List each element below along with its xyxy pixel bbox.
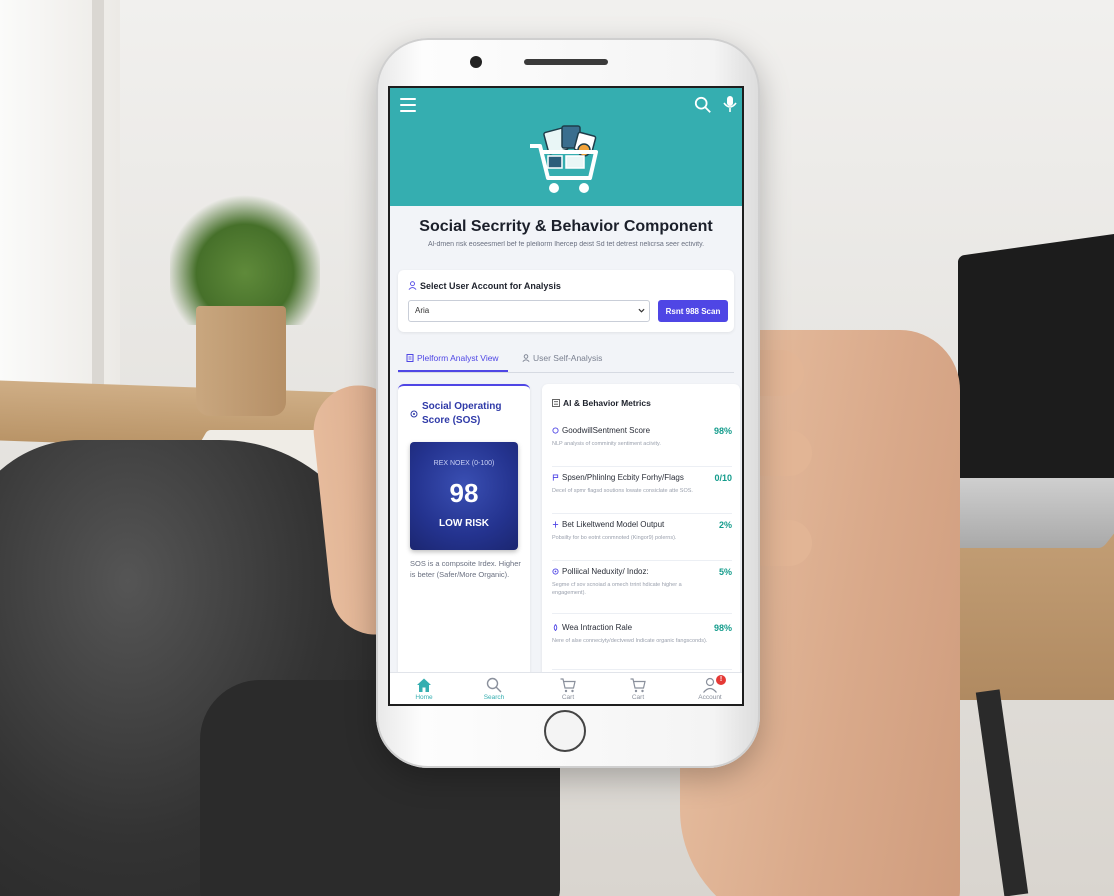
target-icon [552, 568, 559, 575]
sos-score-card: Social Operating Score (SOS) REX NOEX (0… [398, 384, 530, 686]
microphone-icon[interactable] [722, 95, 738, 113]
droplet-icon [553, 624, 558, 632]
sos-card-title: Social Operating Score (SOS) [422, 401, 502, 426]
nav-home[interactable]: Home [404, 677, 444, 701]
tab-user-self-analysis[interactable]: User Self-Analysis [514, 350, 602, 370]
cart-icon [630, 678, 646, 693]
hamburger-menu-icon[interactable] [400, 98, 416, 112]
metric-name: GoodwillSentment Score [562, 426, 651, 435]
metric-description: Pobsilty for bo eotnt conmnoted (Kingor9… [552, 535, 677, 541]
document-icon [406, 354, 414, 362]
account-select-dropdown[interactable]: Aria [408, 300, 650, 322]
metric-row: Bet Likeltwend Model Output 2% Pobsilty … [552, 520, 732, 561]
metric-name: Wea Intraction Rale [562, 623, 633, 632]
notification-badge: ! [716, 675, 726, 685]
sos-description: SOS is a compsoite Irdex. Higher is bete… [410, 559, 521, 579]
sos-risk-level: LOW RISK [439, 518, 489, 529]
earpiece-speaker [524, 59, 608, 65]
metric-value: 5% [718, 567, 732, 577]
metric-name: Bet Likeltwend Model Output [562, 520, 665, 529]
search-icon [486, 677, 502, 693]
app-header [390, 88, 742, 206]
user-icon [522, 354, 530, 362]
metric-row: Spsen/Phlinlng Ecbity Forhy/Flags 0/10 D… [552, 473, 732, 514]
metric-name: Polliical Neduxity/ Indoz: [562, 567, 649, 576]
account-select-label: Select User Account for Analysis [408, 281, 561, 291]
metric-value: 98% [713, 426, 732, 436]
phone-screen: Social Secrrity & Behavior Component Al-… [388, 86, 744, 706]
metric-name: Spsen/Phlinlng Ecbity Forhy/Flags [562, 473, 684, 482]
location-pin-icon [410, 410, 418, 418]
search-icon[interactable] [694, 96, 712, 114]
cart-icon [560, 678, 576, 693]
metric-description: Segme cf sov scnoiad a omech trrint hdic… [552, 582, 682, 596]
sentiment-icon [552, 427, 559, 434]
tab-label: User Self-Analysis [533, 353, 603, 363]
metric-name-row: Bet Likeltwend Model Output [552, 520, 664, 529]
desk-leg [975, 689, 1029, 896]
sos-score-box: REX NOEX (0-100) 98 LOW RISK [410, 442, 518, 550]
metrics-title-text: Al & Behavior Metrics [563, 398, 651, 408]
metric-value: 98% [713, 623, 732, 633]
metric-name-row: Spsen/Phlinlng Ecbity Forhy/Flags [552, 473, 684, 482]
nav-label: Account [698, 694, 722, 701]
user-icon [408, 281, 417, 290]
plant-pot [196, 306, 286, 416]
chevron-down-icon [638, 308, 645, 313]
bottom-navigation: Home Search Cart Cart ! Account [390, 672, 742, 704]
page-title: Social Secrrity & Behavior Component [419, 218, 713, 235]
metrics-card-title: Al & Behavior Metrics [552, 398, 651, 408]
home-icon [417, 678, 431, 692]
metrics-card: Al & Behavior Metrics GoodwillSentment S… [542, 384, 740, 684]
bot-icon [552, 521, 559, 528]
metric-row: Wea Intraction Rale 98% Nere of alse con… [552, 623, 732, 670]
metric-name-row: GoodwillSentment Score [552, 426, 650, 435]
nav-label: Cart [561, 694, 575, 701]
home-hardware-button[interactable] [544, 710, 586, 752]
window-frame [92, 0, 104, 390]
nav-account[interactable]: ! Account [690, 675, 730, 701]
run-scan-button[interactable]: Rsnt 988 Scan [658, 300, 728, 322]
metric-name-row: Polliical Neduxity/ Indoz: [552, 567, 649, 576]
view-tabs: Plelform Analyst View User Self-Analysis [398, 350, 734, 373]
metric-value: 0/10 [714, 473, 732, 483]
flag-icon [552, 474, 559, 481]
nav-cart[interactable]: Cart [548, 677, 588, 701]
shopping-cart-logo-icon [530, 125, 598, 193]
nav-search[interactable]: Search [474, 677, 514, 701]
tab-label: Plelform Analyst View [417, 353, 499, 363]
metric-value: 2% [718, 520, 732, 530]
account-select-label-text: Select User Account for Analysis [420, 281, 561, 291]
list-icon [552, 399, 560, 407]
nav-cart-secondary[interactable]: Cart [618, 677, 658, 701]
nav-label: Search [483, 694, 505, 701]
page-subtitle: Al-dmen risk eoseesmerl bef fe pleiliorm… [427, 241, 705, 248]
account-select-card: Select User Account for Analysis Aria Rs… [398, 270, 734, 332]
metric-name-row: Wea Intraction Rale [552, 623, 632, 632]
nav-label: Cart [631, 694, 645, 701]
account-select-value: Aria [415, 306, 430, 315]
front-camera [470, 56, 482, 68]
sos-score-value: 98 [449, 478, 479, 508]
metric-description: NLP analysis of comminity sentiment acii… [552, 441, 661, 447]
metric-description: Decel of spmr flagsd soutions lowate con… [552, 488, 693, 494]
metric-description: Nere of alse conneciyty/dectvewd Indicat… [552, 638, 708, 644]
nav-label: Home [415, 694, 433, 701]
metric-row: GoodwillSentment Score 98% NLP analysis … [552, 426, 732, 467]
metric-row: Polliical Neduxity/ Indoz: 5% Segme cf s… [552, 567, 732, 614]
sos-index-label: REX NOEX (0-100) [433, 460, 495, 467]
laptop-screen [958, 232, 1114, 502]
tab-platform-analyst-view[interactable]: Plelform Analyst View [398, 350, 508, 372]
